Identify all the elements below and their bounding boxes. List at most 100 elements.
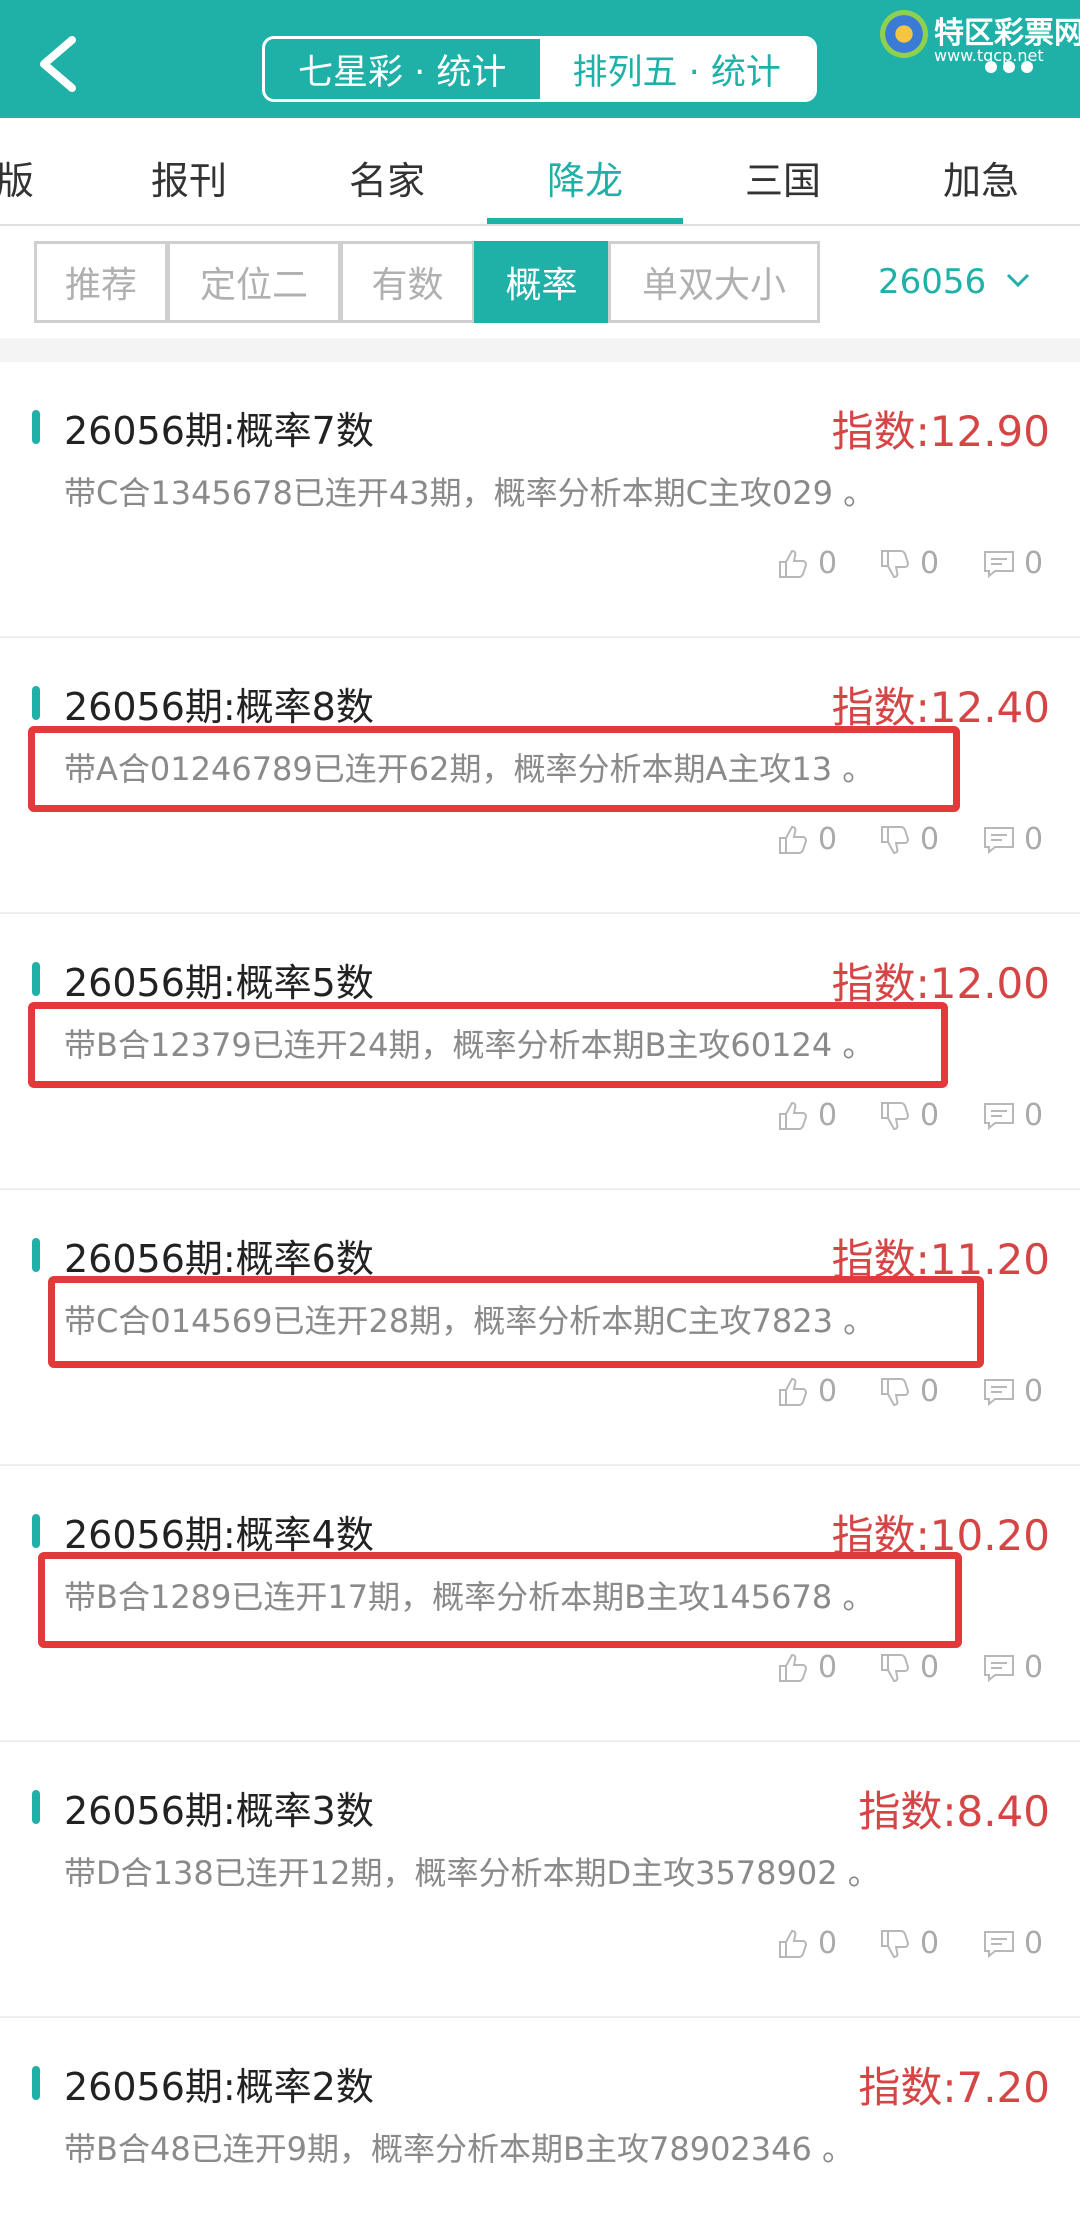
dislike-count: 0	[920, 1926, 940, 1961]
thumbs-down-icon	[881, 1653, 910, 1682]
like-count: 0	[818, 1374, 838, 1409]
item-accent-bar	[32, 1790, 40, 1824]
item-accent-bar	[32, 2066, 40, 2100]
filter-dingwei2[interactable]: 定位二	[167, 241, 341, 323]
dislike-button[interactable]: 0	[878, 546, 939, 581]
filter-danshuang-daxiao[interactable]: 单双大小	[608, 241, 820, 323]
comment-button[interactable]: 0	[982, 1098, 1043, 1133]
dislike-button[interactable]: 0	[878, 822, 939, 857]
thumbs-up-icon	[779, 1377, 808, 1406]
tab-sanguo[interactable]: 三国	[745, 150, 821, 205]
like-button[interactable]: 0	[776, 1926, 837, 1961]
comment-button[interactable]: 0	[982, 1650, 1043, 1685]
list-item[interactable]: 26056期:概率4数 指数:10.20 带B合1289已连开17期，概率分析本…	[0, 1466, 1080, 1742]
comment-icon	[984, 1378, 1014, 1406]
list-item[interactable]: 26056期:概率2数 指数:7.20 带B合48已连开9期，概率分析本期B主攻…	[0, 2018, 1080, 2225]
thumbs-down-icon	[881, 1101, 910, 1130]
item-accent-bar	[32, 410, 40, 444]
list-item[interactable]: 26056期:概率6数 指数:11.20 带C合014569已连开28期，概率分…	[0, 1190, 1080, 1466]
dislike-count: 0	[920, 1650, 940, 1685]
dislike-button[interactable]: 0	[878, 1650, 939, 1685]
item-title: 26056期:概率6数	[64, 1237, 374, 1281]
thumbs-down-icon	[881, 1929, 910, 1958]
filter-tuijian[interactable]: 推荐	[34, 241, 168, 323]
tab-jianglong[interactable]: 降龙	[547, 150, 623, 205]
dislike-count: 0	[920, 546, 940, 581]
item-title: 26056期:概率5数	[64, 961, 374, 1005]
comment-button[interactable]: 0	[982, 822, 1043, 857]
item-description: 带C合1345678已连开43期，概率分析本期C主攻029 。	[64, 474, 876, 512]
tab-pailie5-stats[interactable]: 排列五 · 统计	[539, 39, 814, 99]
thumbs-up-icon	[779, 825, 808, 854]
comment-icon	[984, 1102, 1014, 1130]
period-select[interactable]: 26056	[878, 262, 986, 302]
thumbs-down-icon	[881, 825, 910, 854]
like-button[interactable]: 0	[776, 1374, 837, 1409]
back-arrow-icon[interactable]	[32, 34, 88, 94]
thumbs-up-icon	[779, 1653, 808, 1682]
filter-gailv[interactable]: 概率	[474, 241, 609, 323]
comment-icon	[984, 550, 1014, 578]
comment-button[interactable]: 0	[982, 1926, 1043, 1961]
comment-count: 0	[1024, 1374, 1044, 1409]
item-title: 26056期:概率7数	[64, 409, 374, 453]
prediction-list: 26056期:概率7数 指数:12.90 带C合1345678已连开43期，概率…	[0, 362, 1080, 2225]
thumbs-up-icon	[779, 1101, 808, 1130]
item-title: 26056期:概率4数	[64, 1513, 374, 1557]
item-title: 26056期:概率8数	[64, 685, 374, 729]
list-item[interactable]: 26056期:概率8数 指数:12.40 带A合01246789已连开62期，概…	[0, 638, 1080, 914]
like-button[interactable]: 0	[776, 822, 837, 857]
like-count: 0	[818, 546, 838, 581]
item-accent-bar	[32, 1514, 40, 1548]
item-accent-bar	[32, 686, 40, 720]
thumbs-up-icon	[779, 549, 808, 578]
comment-button[interactable]: 0	[982, 1374, 1043, 1409]
tab-jiaji[interactable]: 加急	[943, 150, 1019, 205]
thumbs-down-icon	[881, 1377, 910, 1406]
item-title: 26056期:概率3数	[64, 1789, 374, 1833]
like-button[interactable]: 0	[776, 1098, 837, 1133]
more-menu-icon[interactable]	[985, 58, 1045, 78]
like-button[interactable]: 0	[776, 1650, 837, 1685]
comment-count: 0	[1024, 822, 1044, 857]
thumbs-down-icon	[881, 549, 910, 578]
item-index: 指数:8.40	[858, 1787, 1050, 1836]
dislike-button[interactable]: 0	[878, 1098, 939, 1133]
category-tabs: 版 报刊 名家 降龙 三国 加急	[0, 118, 1080, 226]
item-description: 带B合48已连开9期，概率分析本期B主攻78902346 。	[64, 2130, 855, 2168]
comment-count: 0	[1024, 1650, 1044, 1685]
like-count: 0	[818, 1926, 838, 1961]
comment-icon	[984, 826, 1014, 854]
logo-emblem-icon	[880, 10, 928, 58]
item-accent-bar	[32, 1238, 40, 1272]
filter-bar: 推荐 定位二 有数 概率 单双大小 26056	[0, 226, 1080, 338]
comment-icon	[984, 1654, 1014, 1682]
tab-ban[interactable]: 版	[0, 150, 34, 205]
comment-icon	[984, 1930, 1014, 1958]
like-count: 0	[818, 1098, 838, 1133]
tab-qixingcai-stats[interactable]: 七星彩 · 统计	[265, 39, 540, 99]
tab-baokan[interactable]: 报刊	[151, 150, 227, 205]
comment-count: 0	[1024, 546, 1044, 581]
list-item[interactable]: 26056期:概率3数 指数:8.40 带D合138已连开12期，概率分析本期D…	[0, 1742, 1080, 2018]
dislike-button[interactable]: 0	[878, 1926, 939, 1961]
chevron-down-icon[interactable]	[1004, 266, 1032, 294]
item-accent-bar	[32, 962, 40, 996]
highlight-box	[38, 1552, 962, 1648]
highlight-box	[48, 1276, 984, 1368]
list-item[interactable]: 26056期:概率7数 指数:12.90 带C合1345678已连开43期，概率…	[0, 362, 1080, 638]
dislike-button[interactable]: 0	[878, 1374, 939, 1409]
thumbs-up-icon	[779, 1929, 808, 1958]
comment-button[interactable]: 0	[982, 546, 1043, 581]
like-button[interactable]: 0	[776, 546, 837, 581]
active-tab-indicator	[487, 218, 683, 224]
highlight-box	[28, 1002, 948, 1088]
filter-youshu[interactable]: 有数	[340, 241, 475, 323]
like-count: 0	[818, 822, 838, 857]
like-count: 0	[818, 1650, 838, 1685]
comment-count: 0	[1024, 1098, 1044, 1133]
list-item[interactable]: 26056期:概率5数 指数:12.00 带B合12379已连开24期，概率分析…	[0, 914, 1080, 1190]
tab-mingjia[interactable]: 名家	[349, 150, 425, 205]
dislike-count: 0	[920, 822, 940, 857]
item-title: 26056期:概率2数	[64, 2065, 374, 2109]
